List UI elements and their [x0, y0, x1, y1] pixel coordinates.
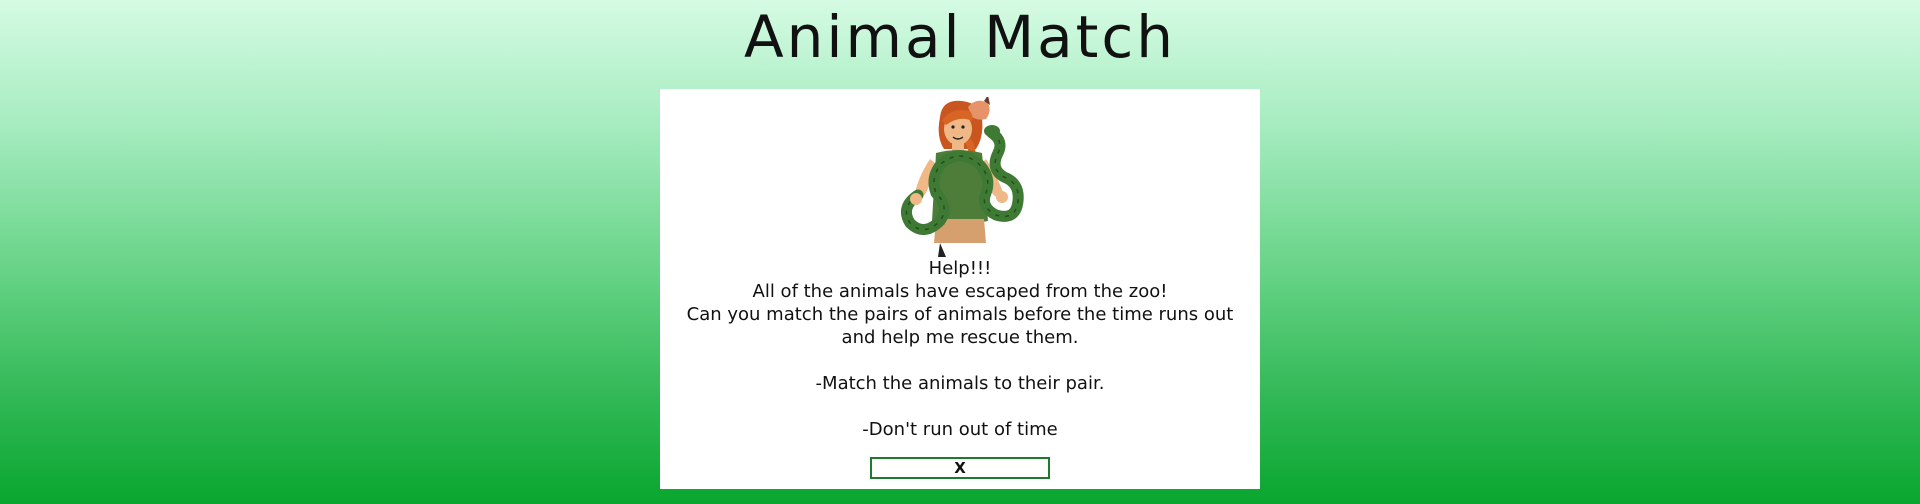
rule-time-limit: -Don't run out of time [862, 419, 1058, 440]
help-heading: Help!!! [928, 258, 992, 279]
page-title: Animal Match [743, 3, 1177, 71]
instructions-modal: Help!!! All of the animals have escaped … [660, 89, 1260, 489]
challenge-line-continued: and help me rescue them. [841, 327, 1079, 348]
instructions-text: Help!!! All of the animals have escaped … [660, 257, 1260, 441]
challenge-line: Can you match the pairs of animals befor… [686, 304, 1234, 325]
story-line: All of the animals have escaped from the… [752, 281, 1168, 302]
girl-with-snake-illustration [880, 95, 1040, 257]
close-button[interactable]: X [870, 457, 1050, 479]
rule-match-pairs: -Match the animals to their pair. [815, 373, 1105, 394]
